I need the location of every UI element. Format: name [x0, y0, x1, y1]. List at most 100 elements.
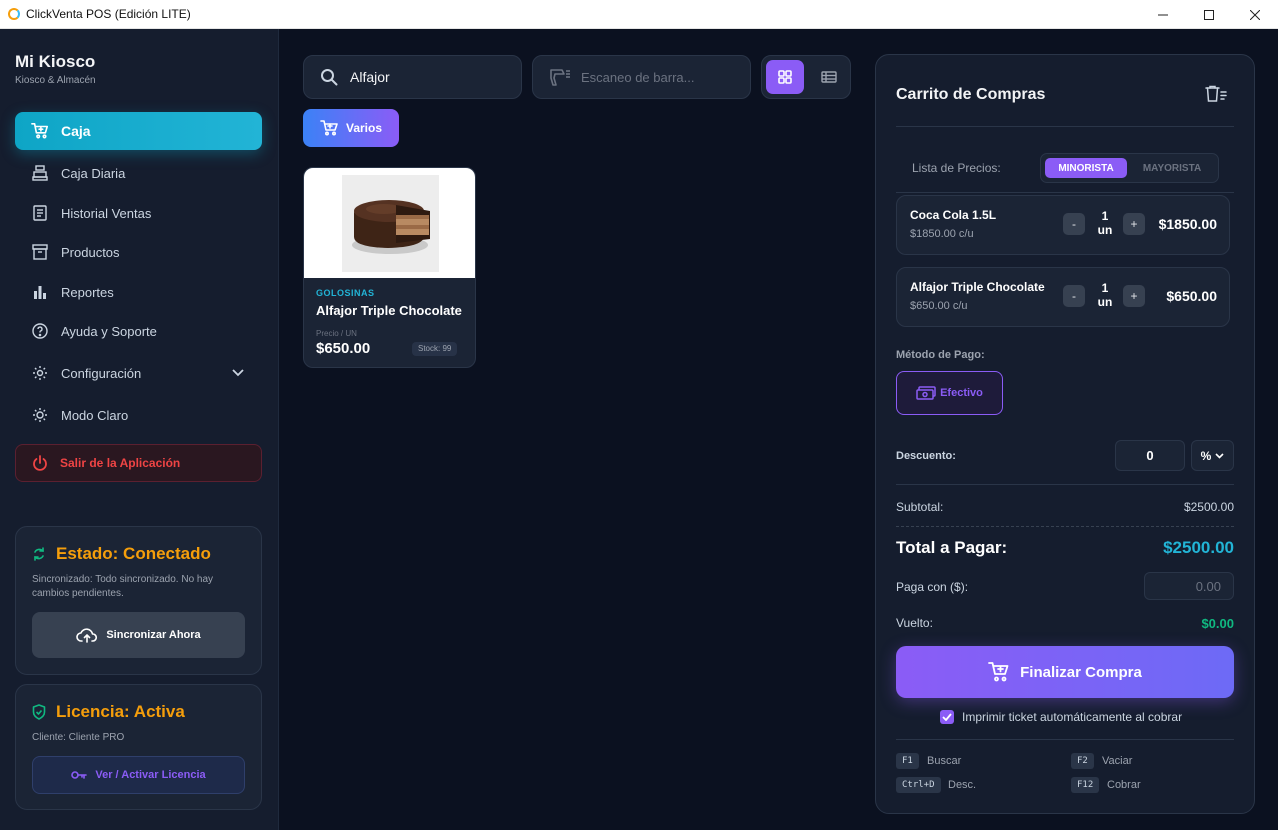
minimize-icon: [1158, 14, 1168, 15]
discount-label: Descuento:: [896, 450, 956, 462]
barcode-scan-input[interactable]: Escaneo de barra...: [532, 55, 751, 99]
total-value: $2500.00: [1163, 538, 1234, 557]
qty-increase-button[interactable]: +: [1123, 213, 1145, 235]
sync-now-button[interactable]: Sincronizar Ahora: [32, 612, 245, 658]
finalize-purchase-button[interactable]: Finalizar Compra: [896, 646, 1234, 698]
print-ticket-checkbox[interactable]: [940, 710, 954, 724]
cart-title: Carrito de Compras: [896, 86, 1046, 103]
shortcut-key: F1: [896, 753, 919, 769]
paga-con-label: Paga con ($):: [896, 580, 969, 594]
product-price-label: Precio / UN: [316, 329, 357, 338]
sidebar-item-ayuda[interactable]: Ayuda y Soporte: [15, 312, 262, 350]
print-ticket-option: Imprimir ticket automáticamente al cobra…: [940, 710, 1182, 724]
chevron-down-icon: [1215, 452, 1224, 459]
sidebar-item-caja[interactable]: Caja: [15, 112, 262, 150]
cart-item-name: Coca Cola 1.5L: [910, 208, 997, 222]
sync-status-description: Sincronizado: Todo sincronizado. No hay …: [32, 574, 214, 599]
sidebar-item-label: Configuración: [61, 365, 142, 381]
store-subtitle: Kiosco & Almacén: [15, 75, 96, 86]
view-mode-toggle: [761, 55, 851, 99]
sidebar-item-label: Caja Diaria: [61, 165, 126, 181]
sidebar-item-productos[interactable]: Productos: [15, 233, 262, 271]
discount-type-select[interactable]: %: [1191, 440, 1234, 471]
register-icon: [31, 164, 49, 182]
key-icon: [71, 770, 88, 780]
minimize-button[interactable]: [1140, 0, 1186, 29]
qty-decrease-button[interactable]: -: [1063, 213, 1085, 235]
product-card[interactable]: GOLOSINAS Alfajor Triple Chocolate Preci…: [303, 167, 476, 368]
sidebar-item-label: Reportes: [61, 284, 114, 300]
close-icon: [1250, 9, 1260, 20]
cart-item: Alfajor Triple Chocolate $650.00 c/u - 1…: [896, 267, 1230, 327]
product-search-input[interactable]: Alfajor: [303, 55, 522, 99]
cart-item-qty: 1 un: [1097, 281, 1113, 309]
license-card: Licencia: Activa Cliente: Cliente PRO Ve…: [15, 684, 262, 810]
shortcut-label: Buscar: [927, 755, 962, 767]
receipt-icon: [31, 204, 49, 222]
shortcut-key: F2: [1071, 753, 1094, 769]
sync-icon: [32, 547, 46, 561]
cart-item-total: $1850.00: [1158, 216, 1217, 232]
cart-icon: [31, 122, 49, 140]
sidebar-item-reportes[interactable]: Reportes: [15, 273, 262, 311]
varios-button[interactable]: Varios: [303, 109, 399, 147]
vuelto-value: $0.00: [1201, 616, 1234, 631]
qty-increase-button[interactable]: +: [1123, 285, 1145, 307]
shortcut-key: Ctrl+D: [896, 777, 941, 793]
maximize-button[interactable]: [1186, 0, 1232, 29]
sidebar-item-historial[interactable]: Historial Ventas: [15, 194, 262, 232]
archive-icon: [31, 243, 49, 261]
gear-icon: [31, 364, 49, 382]
window-titlebar: ClickVenta POS (Edición LITE): [0, 0, 1278, 29]
price-list-label: Lista de Precios:: [912, 161, 1001, 175]
list-icon: [821, 71, 837, 83]
grid-icon: [778, 70, 792, 84]
subtotal-value: $2500.00: [1183, 500, 1234, 514]
license-client: Cliente: Cliente PRO: [32, 732, 125, 743]
view-license-button[interactable]: Ver / Activar Licencia: [32, 756, 245, 794]
sidebar-item-modo-claro[interactable]: Modo Claro: [15, 396, 262, 434]
cart-plus-icon: [320, 120, 338, 136]
sidebar-item-caja-diaria[interactable]: Caja Diaria: [15, 154, 262, 192]
product-category: GOLOSINAS: [316, 288, 375, 298]
stock-badge: Stock: 99: [412, 342, 458, 356]
search-value: Alfajor: [350, 69, 390, 85]
scan-placeholder: Escaneo de barra...: [581, 69, 695, 85]
vuelto-label: Vuelto:: [896, 616, 933, 630]
product-price: $650.00: [316, 340, 371, 357]
chevron-down-icon: [232, 365, 244, 380]
sidebar-item-label: Ayuda y Soporte: [61, 323, 157, 339]
window-controls: [1140, 0, 1278, 29]
list-view-button[interactable]: [810, 60, 848, 94]
discount-input[interactable]: 0: [1115, 440, 1185, 471]
qty-decrease-button[interactable]: -: [1063, 285, 1085, 307]
sync-status-title: Estado: Conectado: [32, 544, 211, 564]
payment-cash-button[interactable]: Efectivo: [896, 371, 1003, 415]
license-title: Licencia: Activa: [32, 702, 185, 722]
shortcut-label: Desc.: [948, 779, 977, 791]
cash-icon: [916, 386, 936, 400]
grid-view-button[interactable]: [766, 60, 804, 94]
cart-item-qty: 1 un: [1097, 209, 1113, 237]
paga-con-input[interactable]: 0.00: [1144, 572, 1234, 600]
close-window-button[interactable]: [1232, 0, 1278, 29]
sidebar-item-label: Modo Claro: [61, 407, 129, 423]
price-list-minorista[interactable]: MINORISTA: [1045, 158, 1127, 178]
shield-check-icon: [32, 704, 46, 720]
sidebar-item-label: Caja: [61, 123, 91, 139]
check-icon: [942, 713, 952, 721]
sidebar-item-label: Productos: [61, 244, 120, 260]
price-list-toggle: MINORISTA MAYORISTA: [1040, 153, 1219, 183]
sidebar-item-configuracion[interactable]: Configuración: [15, 354, 262, 392]
clear-cart-button[interactable]: [1205, 85, 1227, 103]
bar-chart-icon: [31, 283, 49, 301]
sync-status-card: Estado: Conectado Sincronizado: Todo sin…: [15, 526, 262, 675]
cart-item-unit-price: $650.00 c/u: [910, 300, 968, 312]
cart-item-name: Alfajor Triple Chocolate: [910, 280, 1045, 294]
cart-item-unit-price: $1850.00 c/u: [910, 228, 974, 240]
search-icon: [320, 68, 338, 86]
logout-button[interactable]: Salir de la Aplicación: [15, 444, 262, 482]
logout-label: Salir de la Aplicación: [60, 456, 181, 470]
payment-method-label: Método de Pago:: [896, 349, 985, 361]
price-list-mayorista[interactable]: MAYORISTA: [1131, 158, 1213, 178]
